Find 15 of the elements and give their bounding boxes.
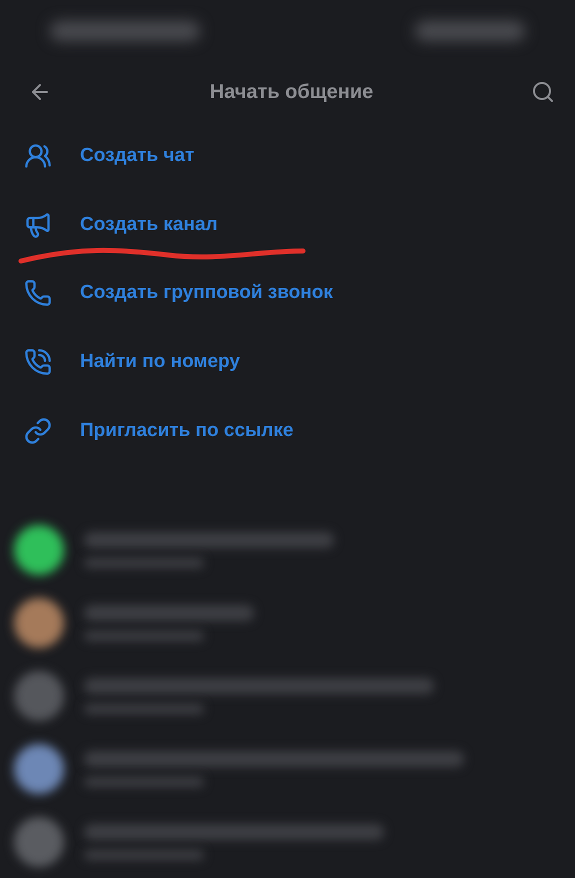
- action-item[interactable]: Пригласить по ссылке: [0, 396, 575, 466]
- phone-icon: [24, 279, 52, 308]
- megaphone-icon: [24, 210, 52, 239]
- blurred-avatar[interactable]: [14, 524, 64, 575]
- screen-title: Начать общение: [210, 80, 374, 104]
- phone-call-icon: [24, 348, 52, 376]
- blurred-avatar[interactable]: [14, 598, 64, 648]
- search-icon[interactable]: [530, 80, 555, 104]
- action-item[interactable]: Создать канал: [0, 190, 575, 260]
- link-icon: [24, 416, 52, 445]
- users-icon: [24, 142, 52, 170]
- action-item[interactable]: Создать групповой звонок: [0, 259, 575, 328]
- action-item[interactable]: Создать чат: [0, 122, 575, 191]
- action-item[interactable]: Найти по номеру: [0, 328, 575, 396]
- blurred-avatar[interactable]: [14, 744, 64, 794]
